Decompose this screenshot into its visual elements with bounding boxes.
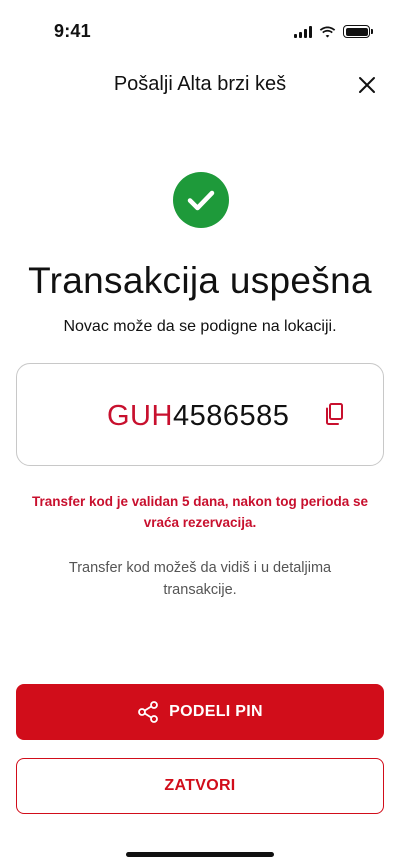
close-button[interactable] [352, 70, 382, 100]
transfer-code-number: 4586585 [172, 400, 290, 432]
check-circle-icon [173, 172, 229, 228]
copy-icon [326, 403, 343, 425]
home-indicator [126, 852, 274, 857]
validity-warning: Transfer kod je validan 5 dana, nakon to… [31, 494, 369, 530]
status-icons [294, 25, 373, 38]
close-action-button[interactable]: ZATVORI [16, 758, 384, 814]
transfer-code-prefix: GUH [107, 400, 173, 432]
info-text: Transfer kod možeš da vidiš i u detaljim… [68, 560, 332, 598]
battery-icon [343, 25, 373, 38]
signal-icon [294, 25, 312, 38]
success-title: Transakcija uspešna [28, 260, 372, 301]
copy-button[interactable] [323, 402, 349, 428]
transfer-code: GUH4586585 [107, 400, 289, 433]
share-pin-label: PODELI PIN [169, 703, 263, 720]
page-title: Pošalji Alta brzi keš [113, 73, 287, 95]
status-time: 9:41 [54, 21, 91, 41]
close-icon [359, 77, 375, 93]
share-pin-button[interactable]: PODELI PIN [16, 684, 384, 740]
close-action-label: ZATVORI [164, 777, 236, 794]
status-bar: 9:41 [0, 0, 400, 60]
share-icon [138, 701, 159, 723]
header: Pošalji Alta brzi keš [0, 60, 400, 110]
transfer-code-card: GUH4586585 [16, 363, 384, 466]
wifi-icon [319, 26, 336, 37]
success-subtitle: Novac može da se podigne na lokaciji. [63, 318, 337, 335]
